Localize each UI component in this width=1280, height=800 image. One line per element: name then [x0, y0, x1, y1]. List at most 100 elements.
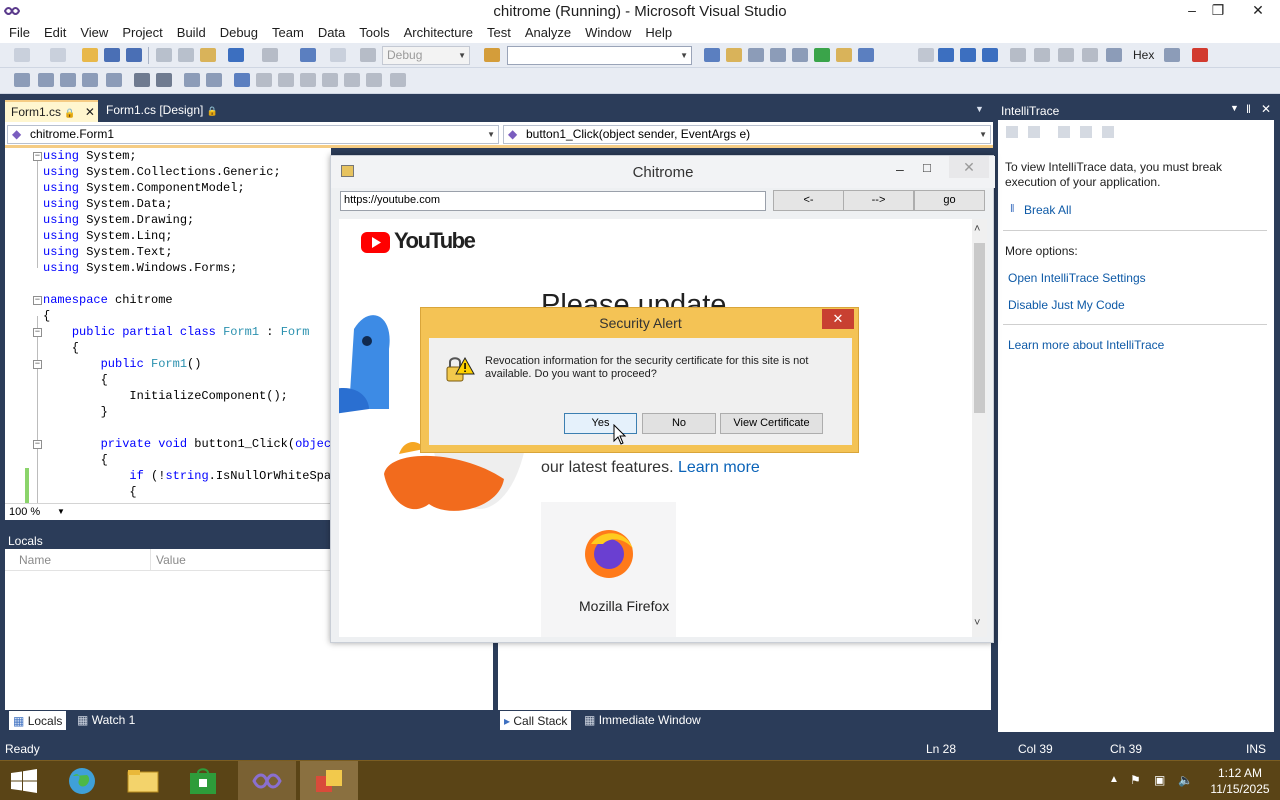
chevron-down-icon[interactable]: ▼ [1230, 103, 1239, 113]
intellitrace-toolbar-icon[interactable] [1102, 126, 1114, 138]
save-icon[interactable] [104, 48, 120, 62]
scroll-down-icon[interactable]: ˅ [974, 617, 980, 629]
tab-watch-1[interactable]: ▦ Watch 1 [73, 713, 139, 727]
learn-more-intellitrace-link[interactable]: Learn more about IntelliTrace [1008, 338, 1164, 352]
close-tab-icon[interactable]: ✕ [85, 105, 95, 119]
disable-just-my-code-link[interactable]: Disable Just My Code [1008, 298, 1125, 312]
window-layout-icon[interactable] [858, 48, 874, 62]
tab-form1-cs[interactable]: Form1.cs 🔒 ✕ [5, 100, 98, 122]
open-file-icon[interactable] [82, 48, 98, 62]
maximize-button[interactable]: ❐ [1203, 0, 1233, 22]
decrease-indent-icon[interactable] [134, 73, 150, 87]
menu-architecture[interactable]: Architecture [398, 25, 481, 40]
taskbar-store-icon[interactable] [174, 761, 232, 800]
next-bookmark-folder-icon[interactable] [322, 73, 338, 87]
find-in-files-icon[interactable] [484, 48, 500, 62]
types-combo[interactable]: ◆ chitrome.Form1 ▼ [7, 125, 499, 144]
column-value[interactable]: Value [156, 553, 186, 567]
solution-explorer-icon[interactable] [704, 48, 720, 62]
show-next-statement-icon[interactable] [1010, 48, 1026, 62]
add-item-icon[interactable] [50, 48, 66, 62]
scrollbar-thumb[interactable] [974, 243, 985, 413]
menu-analyze[interactable]: Analyze [519, 25, 579, 40]
copy-icon[interactable] [178, 48, 194, 62]
pin-icon[interactable]: ‖ [1246, 102, 1251, 116]
zoom-level[interactable]: 100 % [9, 506, 40, 518]
view-certificate-button[interactable]: View Certificate [720, 413, 823, 434]
previous-bookmark-folder-icon[interactable] [300, 73, 316, 87]
break-all-icon[interactable] [938, 48, 954, 62]
go-button[interactable]: go [914, 190, 985, 211]
taskbar-browser-icon[interactable] [54, 761, 112, 800]
firefox-card[interactable]: Mozilla Firefox [541, 502, 676, 637]
step-out-icon[interactable] [1082, 48, 1098, 62]
increase-indent-icon[interactable] [156, 73, 172, 87]
team-explorer-icon[interactable] [814, 48, 830, 62]
toolbox-icon[interactable] [770, 48, 786, 62]
previous-bookmark-icon[interactable] [256, 73, 272, 87]
scroll-up-icon[interactable]: ˄ [974, 223, 980, 235]
tab-overflow-chevron-icon[interactable]: ▼ [975, 104, 984, 114]
hex-label[interactable]: Hex [1133, 48, 1154, 62]
stop-debugging-icon[interactable] [960, 48, 976, 62]
menu-project[interactable]: Project [116, 25, 170, 40]
collapse-icon[interactable]: − [33, 360, 42, 369]
display-word-icon[interactable] [106, 73, 122, 87]
undo-icon[interactable] [228, 48, 244, 62]
tab-immediate-window[interactable]: ▦ Immediate Window [580, 713, 705, 727]
extension-manager-icon[interactable] [836, 48, 852, 62]
break-all-link[interactable]: Break All [1024, 203, 1071, 217]
breakpoints-icon[interactable] [1192, 48, 1208, 62]
tab-locals[interactable]: ▦ Locals [9, 711, 67, 730]
action-center-flag-icon[interactable]: ⚑ [1130, 773, 1141, 787]
close-icon[interactable]: ✕ [1261, 102, 1271, 116]
taskbar-file-explorer-icon[interactable] [114, 761, 172, 800]
minimize-button[interactable]: – [896, 161, 904, 177]
threads-icon[interactable] [1164, 48, 1180, 62]
menu-debug[interactable]: Debug [214, 25, 266, 40]
object-browser-icon[interactable] [748, 48, 764, 62]
solution-configuration-combo[interactable]: Debug ▼ [382, 46, 470, 65]
show-hidden-icons-icon[interactable]: ▲ [1109, 774, 1119, 785]
close-button[interactable]: ✕ [822, 309, 854, 329]
tab-call-stack[interactable]: ▸ Call Stack [500, 711, 572, 730]
menu-help[interactable]: Help [639, 25, 680, 40]
code-editor[interactable]: − − − − − using System; using System.Col… [5, 148, 331, 503]
no-button[interactable]: No [642, 413, 716, 434]
chevron-down-icon[interactable]: ▼ [57, 507, 65, 516]
menu-build[interactable]: Build [171, 25, 214, 40]
step-over-icon[interactable] [1058, 48, 1074, 62]
menu-team[interactable]: Team [266, 25, 312, 40]
menu-test[interactable]: Test [481, 25, 519, 40]
column-divider[interactable] [150, 549, 151, 571]
menu-file[interactable]: File [3, 25, 38, 40]
maximize-button[interactable]: □ [923, 160, 931, 175]
complete-word-icon[interactable] [82, 73, 98, 87]
start-debugging-icon[interactable] [360, 48, 376, 62]
find-combo[interactable]: ▼ [507, 46, 692, 65]
taskbar-clock[interactable]: 1:12 AM 11/15/2025 [1205, 765, 1275, 797]
taskbar-visual-studio-icon[interactable] [238, 761, 296, 800]
network-icon[interactable]: ▣ [1154, 773, 1165, 787]
navigate-backward-icon[interactable] [300, 48, 316, 62]
vertical-scrollbar[interactable]: ˄ ˅ [972, 219, 987, 637]
close-button[interactable]: ✕ [1238, 0, 1278, 22]
paste-icon[interactable] [200, 48, 216, 62]
quick-info-icon[interactable] [60, 73, 76, 87]
collapse-icon[interactable]: − [33, 152, 42, 161]
menu-data[interactable]: Data [312, 25, 353, 40]
redo-icon[interactable] [262, 48, 278, 62]
toggle-bookmark-icon[interactable] [234, 73, 250, 87]
navigate-forward-icon[interactable] [330, 48, 346, 62]
back-button[interactable]: <- [773, 190, 844, 211]
taskbar-chitrome-icon[interactable] [300, 761, 358, 800]
volume-muted-icon[interactable]: 🔈 [1178, 773, 1193, 787]
intellitrace-toolbar-icon[interactable] [1058, 126, 1070, 138]
menu-edit[interactable]: Edit [38, 25, 74, 40]
properties-icon[interactable] [726, 48, 742, 62]
tools-icon[interactable] [792, 48, 808, 62]
intellitrace-toolbar-icon[interactable] [1006, 126, 1018, 138]
menu-tools[interactable]: Tools [353, 25, 397, 40]
members-combo[interactable]: ◆ button1_Click(object sender, EventArgs … [503, 125, 991, 144]
intellitrace-toolbar-icon[interactable] [1028, 126, 1040, 138]
